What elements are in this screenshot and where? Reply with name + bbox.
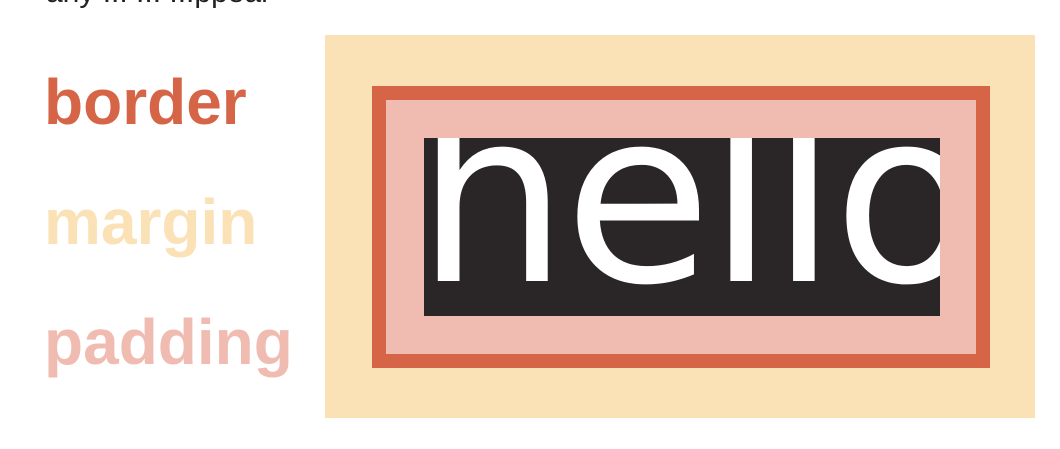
content-area: hello xyxy=(424,138,940,316)
content-text: hello xyxy=(424,138,940,316)
legend-label-margin: margin xyxy=(44,186,258,258)
cropped-top-text: any ... ... ...ppear xyxy=(46,0,271,8)
legend-label-padding: padding xyxy=(44,306,293,378)
legend-label-border: border xyxy=(44,66,247,138)
